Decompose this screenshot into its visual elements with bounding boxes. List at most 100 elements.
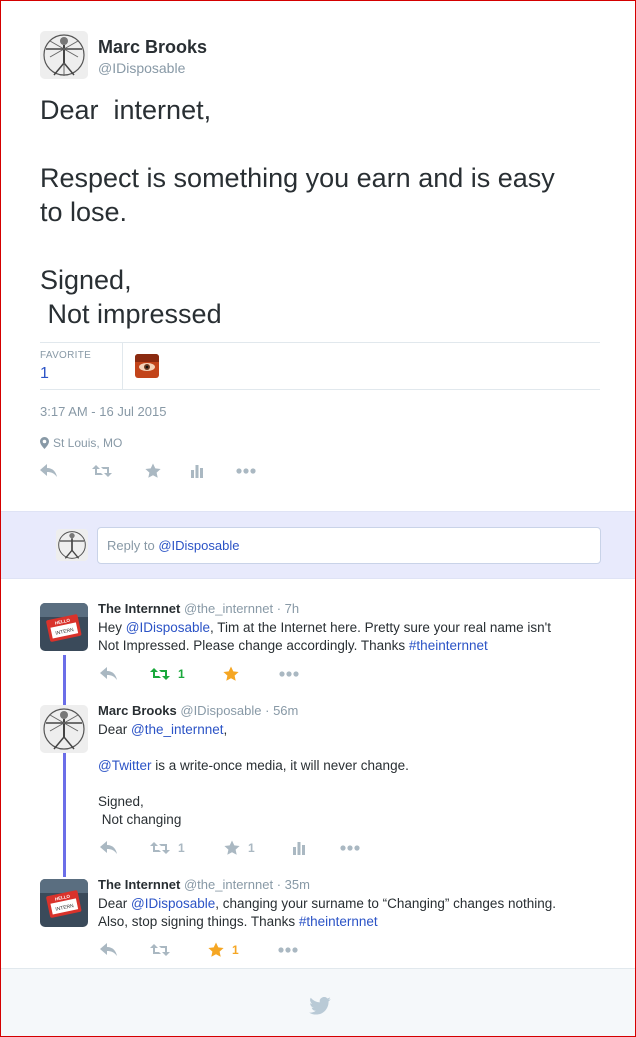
more-button[interactable] <box>236 462 256 480</box>
retweet-button[interactable]: 1 <box>150 665 223 683</box>
author-name[interactable]: Marc Brooks <box>98 703 177 718</box>
tweet-actions: 1 1 <box>100 839 360 857</box>
tweet-text: Dear @IDisposable, changing your surname… <box>98 895 598 931</box>
tweet-actions: 1 <box>100 665 299 683</box>
favorite-button[interactable]: 1 <box>224 839 292 857</box>
tweet-text: Dear internet, Respect is something you … <box>40 95 555 329</box>
retweet-count: 1 <box>178 667 185 681</box>
stats-button[interactable] <box>190 462 236 480</box>
reply-icon <box>100 943 117 956</box>
favorite-count: 1 <box>248 841 255 855</box>
tweet-location[interactable]: St Louis, MO <box>40 436 122 450</box>
tweet-stats: FAVORITE 1 <box>40 342 600 390</box>
favorite-stat-count[interactable]: 1 <box>40 365 49 383</box>
text-part: Dear <box>98 896 132 911</box>
text-part: , <box>223 722 228 737</box>
location-pin-icon <box>40 437 49 449</box>
twitter-bird-icon[interactable] <box>309 997 331 1015</box>
favoriter-avatar[interactable] <box>135 354 159 378</box>
reply-placeholder-prefix: Reply to <box>107 538 159 553</box>
thread-connector <box>63 655 66 705</box>
author-handle[interactable]: @IDisposable <box>180 703 261 718</box>
reply-icon <box>100 667 117 680</box>
reply-bar: Reply to @IDisposable <box>1 511 635 579</box>
retweet-icon <box>92 465 112 477</box>
tweet-header: The Internnet @the_internnet · 7h <box>98 601 299 616</box>
mention-link[interactable]: @Twitter <box>98 758 151 773</box>
favorite-icon <box>208 942 224 957</box>
hello-badge-avatar-image: HELLO INTERN <box>40 879 88 927</box>
reply-icon <box>100 841 117 854</box>
author-handle[interactable]: @the_internnet <box>184 601 273 616</box>
stats-icon <box>191 465 203 478</box>
hashtag-link[interactable]: #theinternnet <box>299 914 378 929</box>
text-part: Hey <box>98 620 126 635</box>
avatar[interactable] <box>40 705 88 753</box>
avatar[interactable]: HELLO INTERN <box>40 879 88 927</box>
retweet-button[interactable] <box>150 941 208 959</box>
retweet-button[interactable]: 1 <box>150 839 224 857</box>
stats-icon <box>293 842 305 855</box>
more-icon <box>279 671 299 677</box>
favorite-stat-label: FAVORITE <box>40 350 92 361</box>
favorite-icon <box>223 666 239 681</box>
favorite-icon <box>224 840 240 855</box>
favorite-button[interactable] <box>223 665 279 683</box>
hello-badge-avatar-image: HELLO INTERN <box>40 603 88 651</box>
retweet-count: 1 <box>178 841 185 855</box>
mention-link[interactable]: @IDisposable <box>131 896 215 911</box>
tweet-time[interactable]: · 35m <box>277 877 310 892</box>
more-icon <box>278 947 298 953</box>
favorite-count: 1 <box>232 943 239 957</box>
main-tweet-actions <box>40 462 256 480</box>
vitruvian-avatar-image <box>40 705 88 753</box>
reply-button[interactable] <box>100 941 150 959</box>
stat-divider <box>122 343 123 389</box>
avatar[interactable] <box>40 31 88 79</box>
reply-button[interactable] <box>40 462 92 480</box>
tweet-time[interactable]: · 56m <box>265 703 298 718</box>
author-name[interactable]: The Internnet <box>98 601 180 616</box>
reply-button[interactable] <box>100 665 150 683</box>
favorite-button[interactable] <box>145 462 190 480</box>
more-icon <box>340 845 360 851</box>
avatar[interactable]: HELLO INTERN <box>40 603 88 651</box>
hashtag-link[interactable]: #theinternnet <box>409 638 488 653</box>
more-button[interactable] <box>279 665 299 683</box>
vitruvian-avatar-image <box>40 31 88 79</box>
embed-footer <box>1 968 635 1036</box>
vitruvian-avatar-image <box>56 529 88 561</box>
location-text: St Louis, MO <box>53 436 123 450</box>
retweet-icon <box>150 842 170 854</box>
author-handle[interactable]: @IDisposable <box>98 60 185 76</box>
author-name[interactable]: Marc Brooks <box>98 37 207 58</box>
more-icon <box>236 468 256 474</box>
reply-button[interactable] <box>100 839 150 857</box>
more-button[interactable] <box>340 839 360 857</box>
tweet-actions: 1 <box>100 941 298 959</box>
retweet-icon <box>150 668 170 680</box>
tweet-timestamp[interactable]: 3:17 AM - 16 Jul 2015 <box>40 404 166 419</box>
retweet-button[interactable] <box>92 462 145 480</box>
mention-link[interactable]: @the_internnet <box>131 722 224 737</box>
favorite-button[interactable]: 1 <box>208 941 278 959</box>
favoriter-avatar-image <box>135 354 159 378</box>
tweet-header: Marc Brooks @IDisposable · 56m <box>98 703 298 718</box>
author-name[interactable]: The Internnet <box>98 877 180 892</box>
thread-connector <box>63 752 66 877</box>
reply-icon <box>40 464 57 477</box>
tweet-text: Hey @IDisposable, Tim at the Internet he… <box>98 619 598 655</box>
more-button[interactable] <box>278 941 298 959</box>
stats-button[interactable] <box>292 839 340 857</box>
reply-placeholder-mention: @IDisposable <box>158 538 240 553</box>
favorite-icon <box>145 463 161 478</box>
author-handle[interactable]: @the_internnet <box>184 877 273 892</box>
tweet-header: The Internnet @the_internnet · 35m <box>98 877 310 892</box>
tweet-time[interactable]: · 7h <box>277 601 299 616</box>
reply-input[interactable]: Reply to @IDisposable <box>97 527 601 564</box>
current-user-avatar <box>56 529 88 561</box>
tweet-text: Dear @the_internnet, @Twitter is a write… <box>98 721 598 829</box>
text-part: Dear <box>98 722 132 737</box>
mention-link[interactable]: @IDisposable <box>126 620 210 635</box>
retweet-icon <box>150 944 170 956</box>
